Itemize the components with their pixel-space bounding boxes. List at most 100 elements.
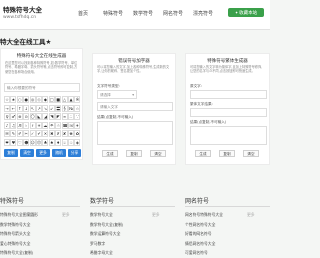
list-item[interactable]: 希腊字母大全 [90,250,148,256]
symbol-cell[interactable]: § [61,104,68,112]
site-logo-title[interactable]: 特殊符号大全 [3,4,42,14]
symbol-input[interactable]: 输入你想要的符号 [4,83,80,92]
list-item[interactable]: 特殊符号箭头大全 [0,231,58,237]
symbol-cell[interactable]: ♂ [10,113,17,121]
symbol-cell[interactable]: ✔ [36,130,42,138]
symbol-cell[interactable]: ♦ [55,139,62,146]
symbol-cell[interactable]: ✎ [10,130,17,138]
list-item[interactable]: 可爱网名符号 [185,250,243,256]
symbol-cell[interactable]: ✗ [55,130,62,138]
symbol-cell[interactable]: ◢ [42,113,49,121]
symbol-cell[interactable]: → [4,104,10,112]
symbol-cell[interactable]: ◈ [74,139,81,146]
symbol-cell[interactable]: ☃ [55,121,62,129]
adder-result-textarea[interactable] [97,121,173,145]
list-item[interactable]: 数学符号大全 [90,212,148,218]
symbol-cell[interactable]: ☎ [61,121,68,129]
symbol-cell[interactable]: ↓ [23,104,30,112]
list-item[interactable]: 好看的网名符号 [185,231,243,237]
symbol-cell[interactable]: ♀ [4,113,10,121]
section-more-link[interactable]: 更多 [247,212,255,218]
adder-generate-button[interactable]: 生成 [102,150,118,157]
symbol-cell[interactable]: ☆ [4,96,10,103]
symbol-cell[interactable]: ◣ [36,113,42,121]
symbol-cell[interactable]: ✓ [29,130,36,138]
symbol-cell[interactable]: ⊕ [16,113,23,121]
list-item[interactable]: 特殊符号大全(复制) [0,250,58,256]
symbol-cell[interactable]: ♪ [4,121,10,129]
copy-button[interactable]: 复制 [4,149,18,157]
symbol-cell[interactable]: ■ [55,96,62,103]
nav-home[interactable]: 首页 [78,10,88,17]
symbol-cell[interactable]: ♥ [10,139,17,146]
symbol-cell[interactable]: ◎ [29,96,36,103]
symbol-cell[interactable]: △ [61,96,68,103]
nav-math-symbols[interactable]: 数学符号 [133,10,153,17]
symbol-cell[interactable]: ↙ [48,104,55,112]
symbol-cell[interactable]: ✂ [23,130,30,138]
symbol-cell[interactable]: ☻ [23,139,30,146]
symbol-cell[interactable]: ☏ [68,121,74,129]
symbol-cell[interactable]: ✘ [61,130,68,138]
symbol-cell[interactable]: ❀ [68,130,74,138]
symbol-cell[interactable]: ◥ [48,113,55,121]
traditional-copy-button[interactable]: 复制 [219,150,235,157]
symbol-cell[interactable]: 〓 [55,104,62,112]
symbol-cell[interactable]: ☆ [74,104,81,112]
favorite-button[interactable]: ✦收藏本站 [228,8,264,17]
symbol-cell[interactable]: □ [48,96,55,103]
symbol-cell[interactable]: ☂ [48,121,55,129]
symbol-cell[interactable]: ↑ [16,104,23,112]
symbol-cell[interactable]: ☀ [36,121,42,129]
symbol-cell[interactable]: ● [23,96,30,103]
symbol-cell[interactable]: ❤ [4,139,10,146]
symbol-cell[interactable]: ⊙ [23,113,30,121]
list-item[interactable]: 个性网名符号大全 [185,222,243,228]
symbol-cell[interactable]: ☺ [29,139,36,146]
symbol-cell[interactable]: ← [10,104,17,112]
adder-clear-button[interactable]: 清空 [150,150,166,157]
traditional-final-textarea[interactable] [190,126,267,145]
symbol-cell[interactable]: ☹ [36,139,42,146]
symbol-cell[interactable]: ↘ [42,104,49,112]
list-item[interactable]: 罗马数字 [90,241,148,247]
share-button[interactable]: 分享 [68,149,81,157]
symbol-cell[interactable]: № [68,104,74,112]
symbol-cell[interactable]: ※ [74,96,81,103]
symbol-cell[interactable]: ◇ [36,96,42,103]
more-button[interactable]: 更多 [36,149,50,157]
symbol-cell[interactable]: ↖ [29,104,36,112]
nav-special-symbols[interactable]: 特殊符号 [103,10,123,17]
list-item[interactable]: 数学特殊符号大全 [0,222,58,228]
traditional-generate-button[interactable]: 生成 [195,150,211,157]
adder-copy-button[interactable]: 复制 [126,150,142,157]
symbol-cell[interactable]: ○ [16,96,23,103]
list-item[interactable]: 网名符号特殊符号大全 [185,212,243,218]
symbol-cell[interactable]: ◆ [42,96,49,103]
symbol-cell[interactable]: ✕ [42,130,49,138]
traditional-clear-button[interactable]: 清空 [243,150,259,157]
nav-name-symbols[interactable]: 网名符号 [163,10,183,17]
clear-button[interactable]: 清空 [20,149,34,157]
symbol-cell[interactable]: ✐ [16,130,23,138]
traditional-result-field[interactable] [190,108,267,117]
symbol-cell[interactable]: ✈ [74,121,81,129]
list-item[interactable]: 爱心特殊符号大全 [0,241,58,247]
adder-text-input[interactable]: 请输入文字 [97,102,173,111]
symbol-cell[interactable]: ♡ [16,139,23,146]
symbol-cell[interactable]: ◤ [55,113,62,121]
symbol-cell[interactable]: ∵ [74,113,81,121]
list-item[interactable]: 特殊符号大全图案圆形 [0,212,58,218]
symbol-cell[interactable]: 〇 [29,113,36,121]
section-more-link[interactable]: 更多 [152,212,160,218]
nav-pretty-symbols[interactable]: 漂亮符号 [193,10,213,17]
list-item[interactable]: 情侣网名符号大全 [185,241,243,247]
symbol-cell[interactable]: ▲ [68,96,74,103]
symbol-cell[interactable]: ♠ [48,139,55,146]
list-item[interactable]: 数学运算符号大全 [90,231,148,237]
section-more-link[interactable]: 更多 [62,212,70,218]
symbol-cell[interactable]: ★ [10,96,17,103]
random-button[interactable]: 随机 [52,149,66,157]
symbol-cell[interactable]: ✉ [4,130,10,138]
symbol-cell[interactable]: ♬ [16,121,23,129]
